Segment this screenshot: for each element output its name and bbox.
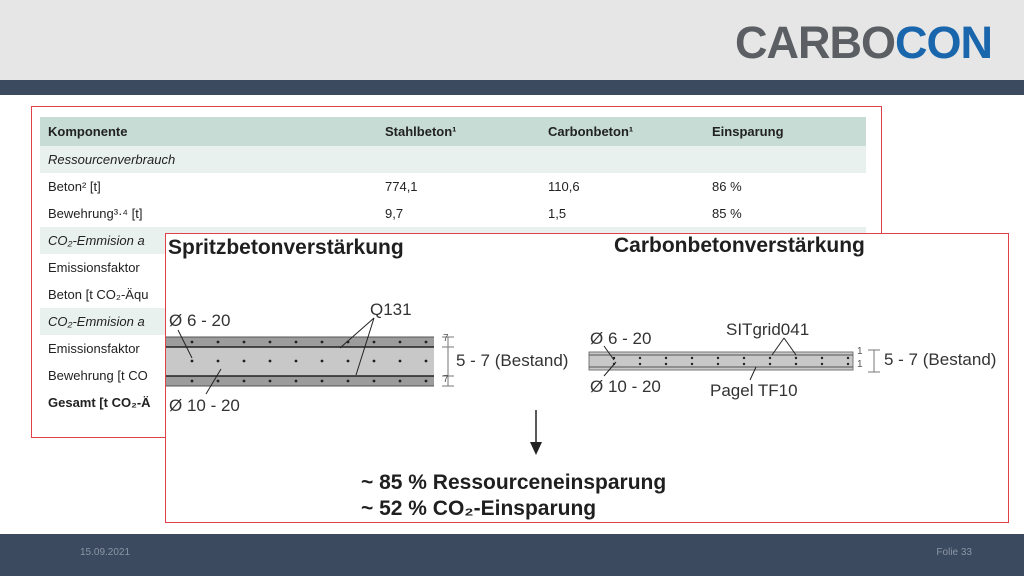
rebar-dot (664, 356, 668, 360)
rebar-dot (820, 356, 824, 360)
rebar-dot (424, 340, 428, 344)
rebar-dot (846, 356, 850, 360)
table-row: Beton² [t] 774,1 110,6 86 % (40, 173, 866, 200)
rebar-dot (190, 359, 194, 363)
table-cell: 774,1 (385, 179, 418, 194)
label-right-d2: Ø 10 - 20 (590, 377, 661, 396)
result-co2-savings: ~ 52 % CO₂-Einsparung (361, 497, 597, 520)
label-pagel: Pagel TF10 (710, 381, 798, 400)
title-spritzbeton: Spritzbetonverstärkung (168, 236, 404, 259)
label-left-thickness: 5 - 7 (Bestand) (456, 351, 569, 370)
header-komponente: Komponente (48, 124, 128, 139)
rebar-dot (820, 362, 824, 366)
table-cell: Bewehrung³·⁴ [t] (48, 206, 143, 221)
rebar-dot (268, 379, 272, 383)
rebar-dot (794, 356, 798, 360)
rebar-dot (768, 356, 772, 360)
slide-footer: 15.09.2021 Folie 33 (0, 534, 1024, 576)
label-left-d1: Ø 6 - 20 (169, 311, 231, 330)
rebar-dot (268, 340, 272, 344)
result-resource-savings: ~ 85 % Ressourceneinsparung (361, 471, 667, 494)
label-right-thickness: 5 - 7 (Bestand) (884, 350, 997, 369)
label-sitgrid: SITgrid041 (726, 320, 810, 339)
rebar-dot (242, 340, 246, 344)
title-carbonbeton: Carbonbetonverstärkung (614, 234, 865, 257)
rebar-dot (216, 379, 220, 383)
table-cell: Emissionsfaktor (48, 341, 140, 356)
table-cell: CO₂-Emmision a (48, 233, 145, 248)
table-cell: 86 % (712, 179, 742, 194)
rebar-dot (372, 340, 376, 344)
rebar-dot (398, 340, 402, 344)
rebar-dot (768, 362, 772, 366)
rebar-dot (242, 359, 246, 363)
rebar-dot (716, 356, 720, 360)
rebar-dot (320, 340, 324, 344)
rebar-dot (268, 359, 272, 363)
table-cell: Beton [t CO₂-Äqu (48, 287, 149, 302)
carbocon-logo: CARBOCON (735, 17, 993, 68)
rebar-dot (742, 362, 746, 366)
rebar-dot (216, 340, 220, 344)
table-cell: Emissionsfaktor (48, 260, 140, 275)
rebar-dot (664, 362, 668, 366)
footer-page-number: Folie 33 (936, 547, 972, 558)
rebar-dot (424, 359, 428, 363)
rebar-dot (320, 379, 324, 383)
label-right-d1: Ø 6 - 20 (590, 329, 652, 348)
comparison-diagram-overlay: Spritzbetonverstärkung Carbonbetonverstä… (165, 233, 1009, 523)
down-arrow-icon (530, 410, 542, 455)
rebar-dot (242, 379, 246, 383)
table-cell: Gesamt [t CO₂-Ä (48, 395, 151, 410)
table-cell: 1,5 (548, 206, 567, 221)
header-einsparung: Einsparung (712, 124, 784, 139)
rebar-dot (794, 362, 798, 366)
rebar-dot (294, 379, 298, 383)
table-cell: 85 % (712, 206, 742, 221)
rebar-dot (638, 356, 642, 360)
table-cell: Bewehrung [t CO (48, 368, 148, 383)
table-header-row: Komponente Stahlbeton¹ Carbonbeton¹ Eins… (40, 117, 866, 146)
rebar-dot (190, 379, 194, 383)
label-right-dim-b: 1 (857, 359, 863, 370)
rebar-dot (398, 359, 402, 363)
rebar-dot (320, 359, 324, 363)
slide-header: CARBOCON (0, 0, 1024, 80)
rebar-dot (294, 359, 298, 363)
rebar-dot (346, 359, 350, 363)
rebar-dot (398, 379, 402, 383)
table-cell: Beton² [t] (48, 179, 101, 194)
rebar-dot (742, 356, 746, 360)
header-bar (0, 80, 1024, 95)
header-carbonbeton: Carbonbeton¹ (548, 124, 634, 139)
rebar-dot (690, 362, 694, 366)
rebar-dot (638, 362, 642, 366)
rebar-dot (294, 340, 298, 344)
rebar-dot (190, 340, 194, 344)
rebar-dot (690, 356, 694, 360)
rebar-dot (346, 379, 350, 383)
label-q131: Q131 (370, 300, 412, 319)
rebar-dot (216, 359, 220, 363)
rebar-dot (372, 379, 376, 383)
label-right-dim-a: 1 (857, 346, 863, 357)
table-cell: 9,7 (385, 206, 404, 221)
footer-date: 15.09.2021 (80, 547, 131, 558)
table-section-row: Ressourcenverbrauch (40, 146, 866, 173)
label-left-d2: Ø 10 - 20 (169, 396, 240, 415)
table-cell: Ressourcenverbrauch (48, 152, 176, 167)
label-left-dim-a: 7 (443, 333, 449, 344)
rebar-dot (372, 359, 376, 363)
header-stahlbeton: Stahlbeton¹ (385, 124, 457, 139)
rebar-dot (846, 362, 850, 366)
existing-slab (166, 347, 434, 376)
table-row: Bewehrung³·⁴ [t] 9,7 1,5 85 % (40, 200, 866, 227)
label-left-dim-b: 7 (443, 374, 449, 385)
rebar-dot (716, 362, 720, 366)
rebar-dot (424, 379, 428, 383)
table-cell: CO₂-Emmision a (48, 314, 145, 329)
table-cell: 110,6 (548, 179, 580, 194)
